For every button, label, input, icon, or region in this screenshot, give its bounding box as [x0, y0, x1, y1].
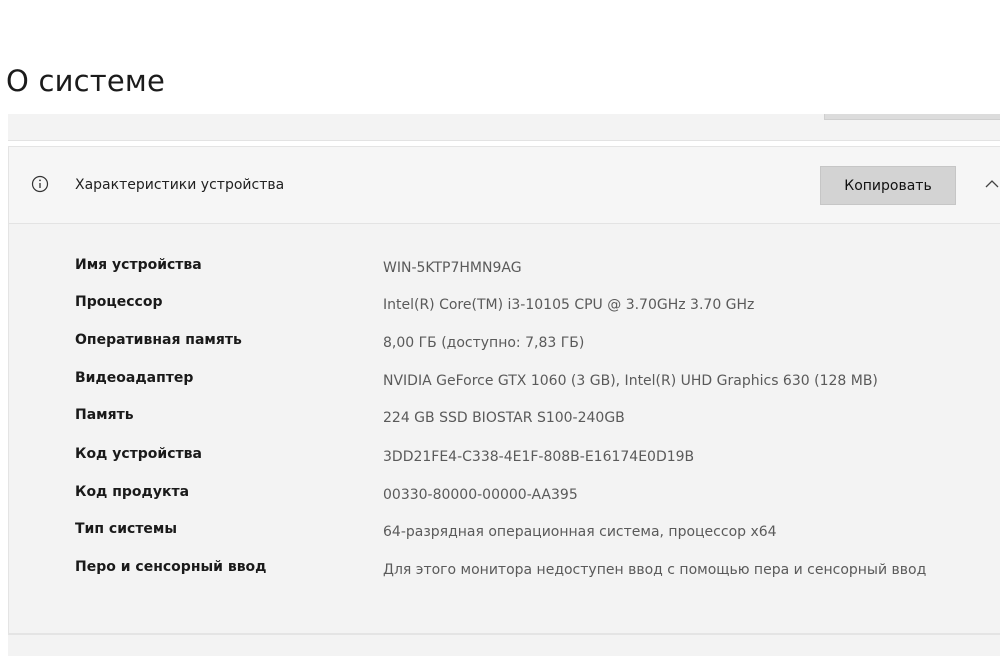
- chevron-up-icon[interactable]: [983, 175, 1000, 193]
- spec-label: Видеоадаптер: [75, 370, 194, 386]
- previous-card-button[interactable]: [824, 114, 1000, 120]
- next-card-remnant: [8, 634, 1000, 656]
- spec-label: Имя устройства: [75, 257, 202, 273]
- spec-label: Оперативная память: [75, 332, 242, 348]
- info-icon: [31, 175, 49, 193]
- device-specs-header[interactable]: Характеристики устройства Копировать: [9, 147, 1000, 224]
- spec-value: Intel(R) Core(TM) i3-10105 CPU @ 3.70GHz…: [383, 297, 755, 313]
- device-specs-title: Характеристики устройства: [75, 177, 285, 193]
- spec-label: Процессор: [75, 294, 163, 310]
- spec-value: 224 GB SSD BIOSTAR S100-240GB: [383, 410, 625, 426]
- spec-value: 00330-80000-00000-AA395: [383, 487, 578, 503]
- spec-value: 64-разрядная операционная система, проце…: [383, 524, 777, 540]
- spec-label: Перо и сенсорный ввод: [75, 559, 267, 575]
- previous-card-remnant: [8, 114, 1000, 141]
- spec-value: 3DD21FE4-C338-4E1F-808B-E16174E0D19B: [383, 449, 695, 465]
- spec-value: 8,00 ГБ (доступно: 7,83 ГБ): [383, 335, 585, 351]
- spec-label: Код продукта: [75, 484, 190, 500]
- page-title: О системе: [6, 64, 166, 98]
- spec-value: Для этого монитора недоступен ввод с пом…: [383, 562, 927, 578]
- spec-label: Тип системы: [75, 521, 178, 537]
- spec-value: WIN-5KTP7HMN9AG: [383, 260, 522, 276]
- copy-button[interactable]: Копировать: [820, 166, 956, 205]
- device-specs-card: Характеристики устройства Копировать Имя…: [8, 146, 1000, 634]
- spec-label: Память: [75, 407, 134, 423]
- spec-value: NVIDIA GeForce GTX 1060 (3 GB), Intel(R)…: [383, 373, 878, 389]
- spec-label: Код устройства: [75, 446, 202, 462]
